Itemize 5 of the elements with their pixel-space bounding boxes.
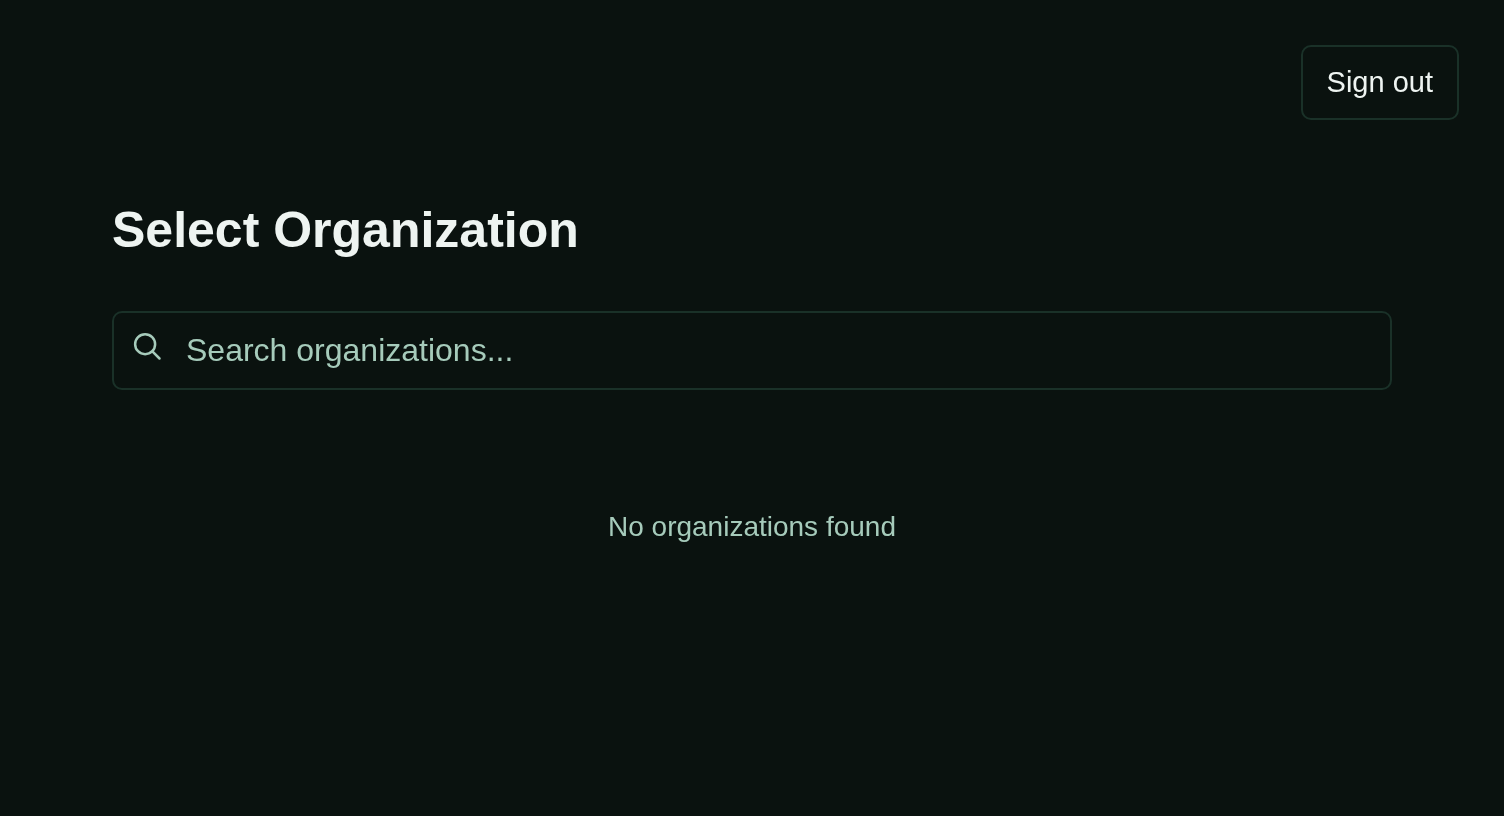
search-icon <box>132 331 162 361</box>
empty-message: No organizations found <box>608 510 896 544</box>
page-title: Select Organization <box>112 202 579 258</box>
search-field[interactable]: Search organizations... <box>112 311 1392 390</box>
sign-out-button[interactable]: Sign out <box>1300 45 1459 120</box>
